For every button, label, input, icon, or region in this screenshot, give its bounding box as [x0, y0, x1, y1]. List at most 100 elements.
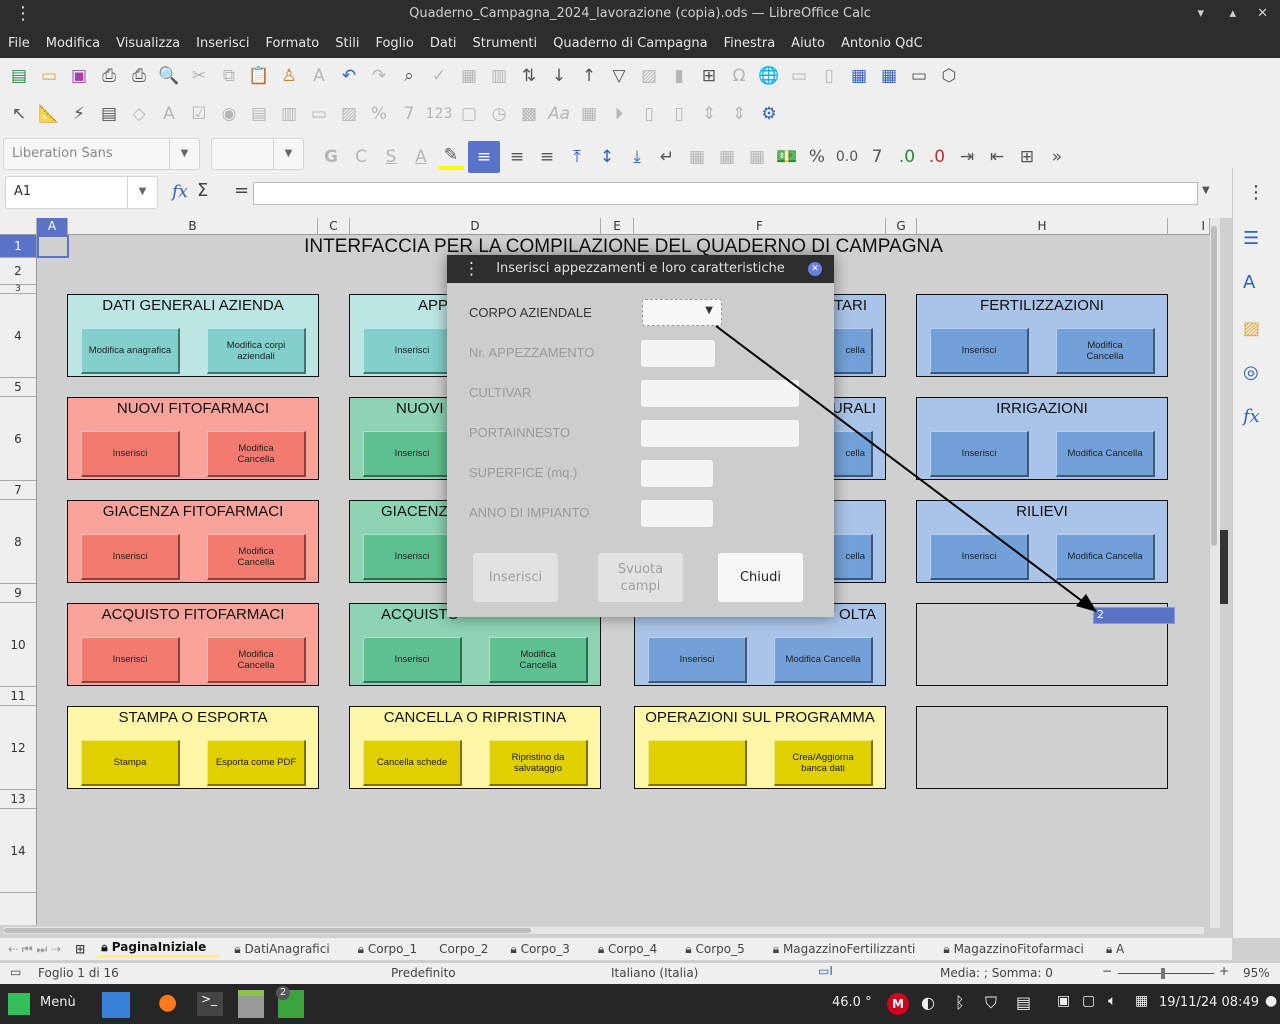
selection-mode-icon[interactable]: ▭I: [818, 964, 833, 978]
form-design-icon[interactable]: ▤: [96, 101, 122, 127]
chart-icon[interactable]: ▮: [666, 63, 692, 89]
paste-icon[interactable]: 📋: [246, 63, 272, 89]
column-header-f[interactable]: F: [634, 218, 886, 235]
save-icon[interactable]: ▣: [66, 63, 92, 89]
row-header[interactable]: 12: [0, 706, 36, 790]
ripristino-button[interactable]: Ripristino da salvataggio: [489, 740, 588, 786]
wrap-text-icon[interactable]: ↵: [654, 144, 680, 170]
percent-icon[interactable]: %: [804, 144, 830, 170]
properties-icon[interactable]: ☰: [1243, 228, 1259, 249]
column-header-b[interactable]: B: [68, 218, 318, 235]
table-control-icon[interactable]: ▦: [576, 101, 602, 127]
name-box[interactable]: A1 ▼: [5, 176, 158, 209]
sidebar-toggle[interactable]: [1220, 530, 1228, 604]
formula-input[interactable]: [253, 182, 1198, 205]
underline-icon[interactable]: S: [378, 144, 404, 170]
highlight-icon[interactable]: ✎: [438, 144, 464, 170]
nr-appezzamento-input[interactable]: [641, 340, 715, 367]
anno-impianto-input[interactable]: [641, 500, 713, 527]
sort-desc-icon[interactable]: ↑: [576, 63, 602, 89]
sort-icon[interactable]: ⇅: [516, 63, 542, 89]
menu-foglio[interactable]: Foglio: [375, 36, 413, 51]
row-header[interactable]: 5: [0, 378, 36, 397]
time-field-icon[interactable]: ◷: [486, 101, 512, 127]
user-icon[interactable]: ●: [1265, 993, 1277, 1009]
row-icon[interactable]: ▦: [456, 63, 482, 89]
align-bottom-icon[interactable]: ⤓: [624, 144, 650, 170]
merge-center-icon[interactable]: ▦: [744, 144, 770, 170]
tab-corpo-4[interactable]: 🔒︎ Corpo_4: [584, 942, 671, 957]
align-right-icon[interactable]: ≡: [534, 144, 560, 170]
comment-icon[interactable]: ▭: [786, 63, 812, 89]
label-icon[interactable]: ◇: [126, 101, 152, 127]
menu-finestra[interactable]: Finestra: [724, 36, 776, 51]
superficie-input[interactable]: [641, 460, 713, 487]
tab-datianagrafici[interactable]: 🔒︎ DatiAnagrafici: [220, 942, 343, 957]
undo-icon[interactable]: ↶: [336, 63, 362, 89]
date-field-icon[interactable]: 7: [396, 101, 422, 127]
document-modified-icon[interactable]: ▭: [10, 965, 21, 979]
autofilter-icon[interactable]: ▽: [606, 63, 632, 89]
tab-paginainiziale[interactable]: 🔒︎ PaginaIniziale: [97, 940, 221, 958]
zoom-slider[interactable]: [1118, 973, 1214, 974]
unmerge-icon[interactable]: ▦: [714, 144, 740, 170]
modifica-cancella-button[interactable]: Modifica Cancella: [774, 637, 873, 683]
cultivar-input[interactable]: [641, 380, 799, 407]
menu-antonio[interactable]: Antonio QdC: [841, 36, 923, 51]
column-icon[interactable]: ▥: [486, 63, 512, 89]
clear-format-icon[interactable]: A: [306, 63, 332, 89]
add-sheet-icon[interactable]: ⊞: [75, 942, 85, 956]
modifica-cancella-button[interactable]: Modifica Cancella: [207, 637, 306, 683]
update-icon[interactable]: ◐: [921, 993, 935, 1012]
font-work-icon[interactable]: Aa: [546, 101, 572, 127]
mega-icon[interactable]: M: [887, 993, 909, 1015]
row-header[interactable]: 11: [0, 687, 36, 706]
tab-corpo-2[interactable]: Corpo_2: [431, 942, 496, 956]
font-size-combo[interactable]: ▼: [211, 138, 304, 170]
tab-corpo-3[interactable]: 🔒︎ Corpo_3: [496, 942, 583, 957]
header-footer-icon[interactable]: ▯: [816, 63, 842, 89]
image-control-icon[interactable]: ▩: [516, 101, 542, 127]
menu-visualizza[interactable]: Visualizza: [116, 36, 180, 51]
pattern-field-icon[interactable]: ▢: [456, 101, 482, 127]
spelling-icon[interactable]: ✓: [426, 63, 452, 89]
gallery-icon[interactable]: ▨: [1243, 318, 1260, 339]
sidebar-menu-icon[interactable]: ⋮: [1247, 182, 1265, 203]
tab-corpo-5[interactable]: 🔒︎ Corpo_5: [671, 942, 758, 957]
network-icon[interactable]: ▢: [1082, 993, 1095, 1009]
open-icon[interactable]: ▭: [36, 63, 62, 89]
tab-magazzinofitofarmaci[interactable]: 🔒︎ MagazzinoFitofarmaci: [929, 942, 1097, 957]
modifica-cancella-button[interactable]: Modifica Cancella: [1056, 431, 1155, 477]
corpo-aziendale-dropdown[interactable]: ▼: [642, 299, 722, 326]
align-center-icon[interactable]: ≡: [504, 144, 530, 170]
file-manager-icon[interactable]: [238, 990, 264, 1018]
decimal-icon[interactable]: 0.0: [834, 144, 860, 170]
pivot-icon[interactable]: ⊞: [696, 63, 722, 89]
group-box-icon[interactable]: ▯: [636, 101, 662, 127]
find-replace-icon[interactable]: ⌕: [396, 63, 422, 89]
cut-icon[interactable]: ✂: [186, 63, 212, 89]
column-header-e[interactable]: E: [601, 218, 634, 235]
inserisci-button[interactable]: Inserisci: [930, 431, 1029, 477]
clipboard-icon[interactable]: ▤: [1016, 993, 1031, 1012]
scrollbar-thumb[interactable]: [1211, 226, 1217, 546]
form-navigator-icon[interactable]: ⚙: [756, 101, 782, 127]
modifica-anagrafica-button[interactable]: Modifica anagrafica: [81, 328, 180, 374]
inserisci-button[interactable]: Inserisci: [81, 534, 180, 580]
column-header-g[interactable]: G: [886, 218, 917, 235]
print-preview-icon[interactable]: 🔍: [156, 63, 182, 89]
dialog-menu-icon[interactable]: ⋮: [463, 255, 480, 283]
menu-modifica[interactable]: Modifica: [46, 36, 100, 51]
close-icon[interactable]: ✕: [1257, 0, 1268, 28]
copy-icon[interactable]: ⧉: [216, 63, 242, 89]
clock[interactable]: 19/11/24 08:49: [1159, 995, 1259, 1010]
row-header[interactable]: 8: [0, 500, 36, 584]
scroll-first-icon[interactable]: ⇠ ⏮ ⏭ ⇢: [8, 942, 61, 957]
row-header[interactable]: 4: [0, 294, 36, 378]
keyboard-icon[interactable]: ▣: [1057, 993, 1070, 1009]
zoom-out-icon[interactable]: −: [1102, 964, 1112, 978]
volume-icon[interactable]: 🔈︎: [1108, 993, 1116, 1009]
minimize-icon[interactable]: ▾: [1197, 0, 1204, 28]
inserisci-button[interactable]: Inserisci: [81, 637, 180, 683]
styles-icon[interactable]: A: [1243, 272, 1255, 293]
